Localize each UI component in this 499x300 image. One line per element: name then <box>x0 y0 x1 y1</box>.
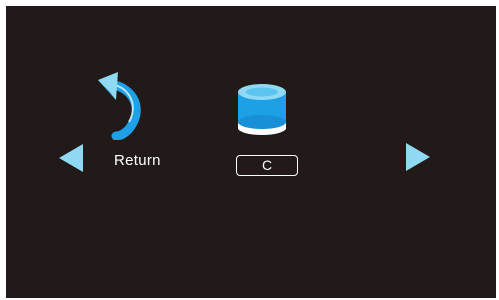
drive-letter-box: C <box>236 155 298 176</box>
drive-disk-icon <box>238 84 286 135</box>
menu-screen: Return C <box>6 6 496 298</box>
return-arrow-icon <box>98 72 141 140</box>
return-label: Return <box>114 152 161 169</box>
nav-right-arrow-icon[interactable] <box>406 143 430 171</box>
return-item[interactable]: Return <box>94 66 184 176</box>
drive-c-item[interactable]: C <box>228 78 318 178</box>
nav-left-arrow-icon[interactable] <box>59 144 83 172</box>
